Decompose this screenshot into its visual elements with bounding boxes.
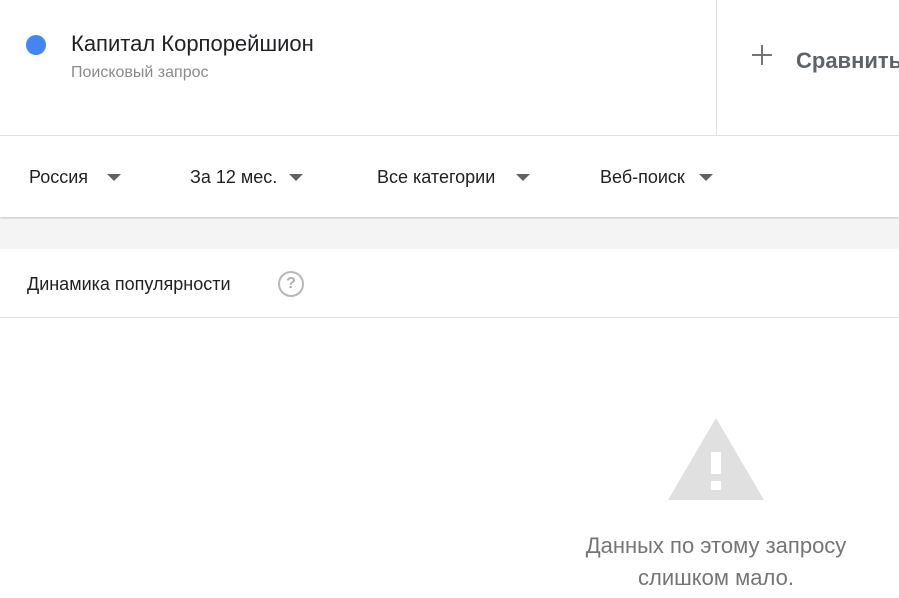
search-type-filter[interactable]: Веб-поиск [600, 165, 713, 189]
warning-icon [668, 418, 764, 500]
no-data-line-1: Данных по этому запросу [585, 533, 847, 558]
search-type-filter-label: Веб-поиск [600, 167, 685, 187]
region-filter[interactable]: Россия [29, 165, 121, 189]
time-range-filter-label: За 12 мес. [190, 167, 278, 187]
panel-title: Динамика популярности [27, 274, 231, 294]
term-title[interactable]: Капитал Корпорейшион [71, 30, 314, 58]
panel-header: Динамика популярности ? [0, 249, 899, 318]
dropdown-arrow-icon [107, 174, 121, 181]
page: Капитал Корпорейшион Поисковый запрос Ср… [0, 0, 899, 598]
compare-button[interactable]: Сравнить [717, 0, 899, 136]
time-range-filter[interactable]: За 12 мес. [190, 165, 303, 189]
term-subtitle: Поисковый запрос [71, 64, 209, 81]
category-filter-label: Все категории [377, 167, 496, 187]
help-circle-icon[interactable]: ? [278, 271, 304, 297]
term-color-dot [26, 35, 46, 55]
no-data-line-2: слишком мало. [638, 565, 794, 590]
filter-bar: Россия За 12 мес. Все категории Веб-поис… [0, 137, 899, 217]
category-filter[interactable]: Все категории [377, 165, 530, 189]
dropdown-arrow-icon [516, 174, 530, 181]
section-gap [0, 219, 899, 249]
dropdown-arrow-icon [699, 174, 713, 181]
region-filter-label: Россия [29, 167, 89, 187]
no-data-message: Данных по этому запросу слишком мало. [516, 530, 899, 594]
dropdown-arrow-icon [289, 174, 303, 181]
search-term-card[interactable]: Капитал Корпорейшион Поисковый запрос [0, 0, 716, 136]
plus-icon [751, 44, 773, 66]
term-header: Капитал Корпорейшион Поисковый запрос Ср… [0, 0, 899, 136]
compare-label: Сравнить [796, 48, 899, 73]
